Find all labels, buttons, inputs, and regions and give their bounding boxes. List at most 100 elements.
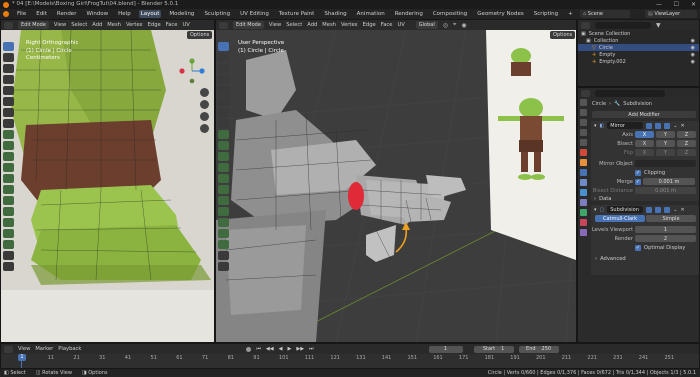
axis-y-toggle[interactable]: Y	[656, 131, 675, 138]
shear-tool-icon-r[interactable]	[218, 251, 229, 260]
start-frame-field[interactable]: Start 1	[473, 345, 514, 353]
add-modifier-button[interactable]: Add Modifier	[592, 111, 696, 118]
tab-rendering[interactable]: Rendering	[393, 10, 425, 18]
tab-compositing[interactable]: Compositing	[431, 10, 469, 18]
viewport-left[interactable]: Edit Mode View Select Add Mesh Vertex Ed…	[0, 19, 215, 343]
clipping-checkbox[interactable]: ✓	[635, 169, 641, 176]
menu-vertex-right[interactable]: Vertex	[341, 22, 358, 28]
flip-y-toggle[interactable]: Y	[656, 149, 675, 156]
pivot-icon[interactable]: ◎	[443, 22, 448, 29]
editmode-toggle-icon[interactable]	[646, 122, 653, 129]
ortho-toggle-icon[interactable]	[200, 124, 209, 133]
pan-icon[interactable]	[200, 100, 209, 109]
play-reverse-icon[interactable]: ◀	[279, 346, 283, 352]
scale-tool-icon-r[interactable]	[218, 86, 229, 95]
add-cube-tool-icon-r[interactable]	[218, 130, 229, 139]
texture-tab-icon[interactable]	[579, 229, 587, 236]
remove-icon[interactable]: ✕	[680, 207, 684, 213]
constraints-tab-icon[interactable]	[579, 199, 587, 206]
poly-build-tool-icon[interactable]	[3, 196, 14, 205]
viewport-right[interactable]: Edit Mode View Select Add Mesh Vertex Ed…	[215, 19, 577, 343]
bisect-z-toggle[interactable]: Z	[677, 140, 696, 147]
properties-search-input[interactable]	[595, 89, 665, 97]
smooth-tool-icon[interactable]	[3, 218, 14, 227]
timeline-type-icon[interactable]	[4, 345, 13, 353]
timeline-menu-playback[interactable]: Playback	[58, 346, 81, 352]
tab-texture-paint[interactable]: Texture Paint	[277, 10, 317, 18]
render-toggle-icon[interactable]	[664, 206, 671, 213]
bisect-distance-field[interactable]: 0.001 m	[635, 187, 696, 194]
timeline-menu-view[interactable]: View	[18, 346, 30, 352]
visibility-eye-icon[interactable]: ◉	[691, 59, 695, 65]
menu-add[interactable]: Add	[92, 22, 102, 28]
transform-orientation-dropdown[interactable]: Global	[415, 21, 438, 29]
zoom-icon[interactable]	[200, 88, 209, 97]
outliner-item-empty[interactable]: ✛ Empty ◉	[578, 51, 699, 58]
jump-end-icon[interactable]: ⏭	[309, 346, 314, 352]
scene-selector[interactable]: ⌂ Scene	[580, 10, 630, 18]
menu-add-right[interactable]: Add	[307, 22, 317, 28]
mirror-name-field[interactable]: Mirror	[607, 122, 644, 129]
collapse-chevron-icon[interactable]: ▾	[594, 207, 597, 213]
snap-icon[interactable]: ⌖	[453, 21, 456, 29]
menu-edit[interactable]: Edit	[34, 10, 49, 18]
menu-uv[interactable]: UV	[182, 22, 189, 28]
merge-value-field[interactable]: 0.001 m	[643, 178, 695, 185]
outliner-item-empty-002[interactable]: ✛ Empty.002 ◉	[578, 58, 699, 65]
navigation-gizmo-icon[interactable]	[179, 58, 205, 84]
flip-x-toggle[interactable]: X	[635, 149, 654, 156]
viewport-toggle-icon[interactable]	[655, 122, 662, 129]
mirror-object-field[interactable]	[635, 160, 696, 167]
outliner-root[interactable]: ▣ Scene Collection	[578, 30, 699, 37]
particles-tab-icon[interactable]	[579, 179, 587, 186]
knife-tool-icon-r[interactable]	[218, 185, 229, 194]
mirror-data-subpanel[interactable]: › Data	[594, 194, 611, 203]
bisect-x-toggle[interactable]: X	[635, 140, 654, 147]
outliner-item-collection[interactable]: ▣ Collection ◉	[578, 37, 699, 44]
view-layer-tab-icon[interactable]	[579, 129, 587, 136]
visibility-eye-icon[interactable]: ◉	[691, 45, 695, 51]
tab-geometry-nodes[interactable]: Geometry Nodes	[475, 10, 525, 18]
loop-cut-tool-icon[interactable]	[3, 174, 14, 183]
menu-view-right[interactable]: View	[269, 22, 281, 28]
rotate-tool-icon[interactable]	[3, 75, 14, 84]
outliner-search-input[interactable]	[595, 21, 651, 29]
close-icon[interactable]: ✕	[691, 1, 696, 8]
render-levels-field[interactable]: 2	[635, 235, 696, 242]
remove-icon[interactable]: ✕	[680, 123, 684, 129]
select-tool-icon[interactable]	[3, 42, 14, 51]
visibility-eye-icon[interactable]: ◉	[691, 52, 695, 58]
shrink-tool-icon[interactable]	[3, 240, 14, 249]
spin-tool-icon-r[interactable]	[218, 207, 229, 216]
menu-view[interactable]: View	[54, 22, 66, 28]
menu-mesh[interactable]: Mesh	[107, 22, 121, 28]
cursor-tool-icon-r[interactable]	[218, 53, 229, 62]
knife-tool-icon[interactable]	[3, 185, 14, 194]
filter-icon[interactable]: ▼	[656, 22, 661, 29]
world-tab-icon[interactable]	[579, 149, 587, 156]
render-tab-icon[interactable]	[579, 109, 587, 116]
modifier-tab-icon[interactable]	[579, 169, 587, 176]
menu-face-right[interactable]: Face	[381, 22, 393, 28]
maximize-icon[interactable]: ☐	[674, 1, 679, 8]
optimal-display-checkbox[interactable]: ✓	[635, 244, 641, 251]
collapse-chevron-icon[interactable]: ▾	[594, 123, 597, 129]
inset-tool-icon[interactable]	[3, 152, 14, 161]
menu-select[interactable]: Select	[71, 22, 87, 28]
move-tool-icon[interactable]	[3, 64, 14, 73]
end-frame-field[interactable]: End 250	[518, 345, 559, 353]
options-button-left[interactable]: Options	[187, 31, 213, 39]
shear-tool-icon[interactable]	[3, 251, 14, 260]
physics-tab-icon[interactable]	[579, 189, 587, 196]
options-button-right[interactable]: Options	[550, 31, 576, 39]
spin-tool-icon[interactable]	[3, 207, 14, 216]
catmull-clark-toggle[interactable]: Catmull-Clark	[595, 215, 645, 222]
editor-type-icon-right[interactable]	[219, 21, 228, 29]
menu-help[interactable]: Help	[116, 10, 133, 18]
annotate-tool-icon[interactable]	[3, 108, 14, 117]
menu-edge[interactable]: Edge	[148, 22, 161, 28]
add-workspace-button[interactable]: +	[566, 10, 575, 18]
menu-edge-right[interactable]: Edge	[363, 22, 376, 28]
advanced-subpanel[interactable]: › Advanced	[591, 254, 699, 263]
minimize-icon[interactable]: —	[656, 1, 662, 8]
